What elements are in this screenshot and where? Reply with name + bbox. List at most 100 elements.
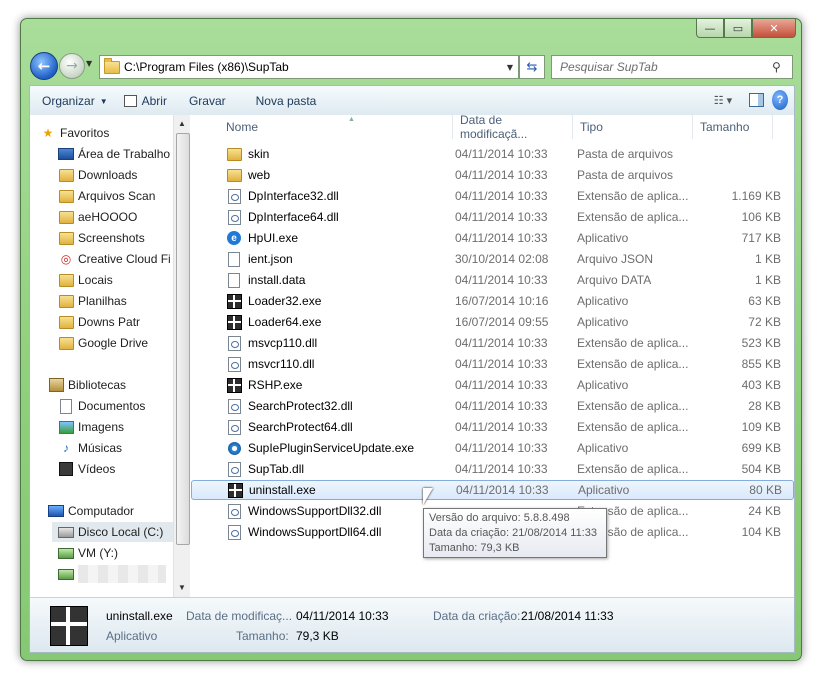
scrollbar-thumb[interactable] bbox=[176, 133, 190, 545]
library-icon bbox=[48, 377, 64, 393]
table-row[interactable]: web 04/11/2014 10:33 Pasta de arquivos bbox=[191, 165, 794, 185]
view-options-button[interactable]: ☷ ▾ bbox=[706, 90, 740, 110]
column-date[interactable]: Data de modificaçã... bbox=[453, 113, 573, 141]
nav-item-planilhas[interactable]: Planilhas bbox=[58, 291, 173, 311]
documents-icon bbox=[58, 398, 74, 414]
table-row[interactable]: SearchProtect64.dll 04/11/2014 10:33 Exten… bbox=[191, 417, 794, 437]
scroll-down-icon[interactable]: ▼ bbox=[178, 583, 186, 592]
table-row[interactable]: Loader32.exe 16/07/2014 10:16 Aplicativo 63… bbox=[191, 291, 794, 311]
chevron-down-icon[interactable]: ▼ bbox=[502, 63, 518, 72]
nav-computer[interactable]: Computador bbox=[48, 501, 173, 521]
column-type[interactable]: Tipo bbox=[573, 115, 693, 139]
nav-label: Arquivos Scan bbox=[78, 189, 156, 203]
file-name-cell[interactable]: DpInterface32.dll bbox=[191, 188, 453, 204]
exe-icon bbox=[226, 314, 242, 330]
file-name: install.data bbox=[248, 273, 306, 287]
help-icon[interactable]: ? bbox=[772, 90, 788, 110]
table-row[interactable]: DpInterface32.dll 04/11/2014 10:33 Extensã… bbox=[191, 186, 794, 206]
nav-favorites[interactable]: ★ Favoritos bbox=[40, 123, 173, 143]
file-date: 16/07/2014 09:55 bbox=[455, 315, 549, 329]
table-row[interactable]: DpInterface64.dll 04/11/2014 10:33 Extensã… bbox=[191, 207, 794, 227]
nav-item-vm-drive[interactable]: VM (Y:) bbox=[58, 543, 173, 563]
search-input[interactable]: Pesquisar SupTab bbox=[552, 60, 772, 74]
search-icon[interactable]: ⚲ bbox=[772, 60, 792, 74]
new-folder-button[interactable]: Nova pasta bbox=[248, 90, 325, 112]
table-row[interactable]: RSHP.exe 04/11/2014 10:33 Aplicativo 403 KB bbox=[191, 375, 794, 395]
nav-item-local-disk[interactable]: Disco Local (C:) bbox=[52, 522, 173, 542]
file-name-cell[interactable]: WindowsSupportDll32.dll bbox=[191, 503, 453, 519]
command-bar: Organizar ▼ Abrir Gravar Nova pasta ☷ ▾ ? bbox=[29, 85, 795, 117]
nav-item-desktop[interactable]: Área de Trabalho bbox=[58, 144, 173, 164]
file-name-cell[interactable]: e HpUI.exe bbox=[191, 230, 453, 246]
column-size[interactable]: Tamanho bbox=[693, 115, 773, 139]
table-row[interactable]: SearchProtect32.dll 04/11/2014 10:33 Exten… bbox=[191, 396, 794, 416]
recent-locations-dropdown[interactable]: ▼ bbox=[86, 59, 92, 68]
table-row[interactable]: msvcr110.dll 04/11/2014 10:33 Extensão de … bbox=[191, 354, 794, 374]
file-name-cell[interactable]: uninstall.exe bbox=[192, 482, 454, 498]
close-button[interactable]: ✕ bbox=[752, 19, 796, 38]
table-row[interactable]: Loader64.exe 16/07/2014 09:55 Aplicativo 72… bbox=[191, 312, 794, 332]
table-row[interactable]: skin 04/11/2014 10:33 Pasta de arquivos bbox=[191, 144, 794, 164]
file-name: skin bbox=[248, 147, 270, 161]
file-name-cell[interactable]: web bbox=[191, 167, 453, 183]
table-row[interactable]: SupIePluginServiceUpdate.exe 04/11/2014 1… bbox=[191, 438, 794, 458]
address-bar[interactable]: C:\Program Files (x86)\SupTab ▼ bbox=[99, 55, 519, 79]
maximize-button[interactable]: ▭ bbox=[724, 19, 752, 38]
nav-libraries[interactable]: Bibliotecas bbox=[48, 375, 173, 395]
file-name-cell[interactable]: SearchProtect64.dll bbox=[191, 419, 453, 435]
organize-button[interactable]: Organizar ▼ bbox=[30, 90, 116, 112]
table-row[interactable]: ient.json 30/10/2014 02:08 Arquivo JSON 1 K… bbox=[191, 249, 794, 269]
tooltip-version: Versão do arquivo: 5.8.8.498 bbox=[429, 512, 570, 524]
nav-item-blurred-drive[interactable] bbox=[58, 564, 173, 584]
file-name: SupIePluginServiceUpdate.exe bbox=[248, 441, 415, 455]
burn-button[interactable]: Gravar bbox=[181, 90, 234, 112]
file-name-cell[interactable]: Loader32.exe bbox=[191, 293, 453, 309]
music-icon: ♪ bbox=[63, 441, 69, 455]
nav-item-creative-cloud[interactable]: ◎ Creative Cloud Fi bbox=[58, 249, 173, 269]
dll-icon bbox=[226, 209, 242, 225]
open-button[interactable]: Abrir bbox=[116, 90, 175, 112]
file-size: 699 KB bbox=[741, 441, 781, 455]
nav-item-screenshots[interactable]: Screenshots bbox=[58, 228, 173, 248]
nav-scrollbar[interactable]: ▲ ▼ bbox=[173, 115, 190, 597]
search-box[interactable]: Pesquisar SupTab ⚲ bbox=[551, 55, 793, 79]
nav-item-documentos[interactable]: Documentos bbox=[58, 396, 173, 416]
file-name-cell[interactable]: SearchProtect32.dll bbox=[191, 398, 453, 414]
file-name-cell[interactable]: msvcr110.dll bbox=[191, 356, 453, 372]
table-row[interactable]: e HpUI.exe 04/11/2014 10:33 Aplicativo 717 K… bbox=[191, 228, 794, 248]
file-name-cell[interactable]: DpInterface64.dll bbox=[191, 209, 453, 225]
nav-item-videos[interactable]: Vídeos bbox=[58, 459, 173, 479]
preview-pane-button[interactable] bbox=[746, 90, 766, 110]
nav-item-aehoooo[interactable]: aeHOOOO bbox=[58, 207, 173, 227]
nav-item-musicas[interactable]: ♪ Músicas bbox=[58, 438, 173, 458]
table-row[interactable]: uninstall.exe 04/11/2014 10:33 Aplicativo 8… bbox=[191, 480, 794, 500]
file-name-cell[interactable]: ient.json bbox=[191, 251, 453, 267]
address-path[interactable]: C:\Program Files (x86)\SupTab bbox=[124, 60, 502, 74]
file-name-cell[interactable]: Loader64.exe bbox=[191, 314, 453, 330]
nav-item-google-drive[interactable]: Google Drive bbox=[58, 333, 173, 353]
refresh-button[interactable]: ⇆ bbox=[519, 55, 545, 79]
file-name: DpInterface32.dll bbox=[248, 189, 339, 203]
column-name[interactable]: Nome bbox=[191, 115, 453, 139]
file-name-cell[interactable]: WindowsSupportDll64.dll bbox=[191, 524, 453, 540]
nav-item-downloads[interactable]: Downloads bbox=[58, 165, 173, 185]
file-name-cell[interactable]: SupTab.dll bbox=[191, 461, 453, 477]
nav-item-arquivos-scan[interactable]: Arquivos Scan bbox=[58, 186, 173, 206]
nav-item-locais[interactable]: Locais bbox=[58, 270, 173, 290]
file-name-cell[interactable]: RSHP.exe bbox=[191, 377, 453, 393]
minimize-button[interactable]: — bbox=[696, 19, 724, 38]
file-name-cell[interactable]: skin bbox=[191, 146, 453, 162]
forward-button[interactable]: → bbox=[59, 53, 85, 79]
nav-item-downs-patr[interactable]: Downs Patr bbox=[58, 312, 173, 332]
table-row[interactable]: install.data 04/11/2014 10:33 Arquivo DATA… bbox=[191, 270, 794, 290]
table-row[interactable]: SupTab.dll 04/11/2014 10:33 Extensão de ap… bbox=[191, 459, 794, 479]
file-name-cell[interactable]: SupIePluginServiceUpdate.exe bbox=[191, 440, 453, 456]
nav-item-imagens[interactable]: Imagens bbox=[58, 417, 173, 437]
file-name-cell[interactable]: install.data bbox=[191, 272, 453, 288]
scroll-up-icon[interactable]: ▲ bbox=[178, 119, 186, 128]
file-type: Aplicativo bbox=[577, 231, 629, 245]
table-row[interactable]: msvcp110.dll 04/11/2014 10:33 Extensão de … bbox=[191, 333, 794, 353]
file-name: SearchProtect64.dll bbox=[248, 420, 353, 434]
back-button[interactable]: ← bbox=[30, 52, 58, 80]
file-name-cell[interactable]: msvcp110.dll bbox=[191, 335, 453, 351]
